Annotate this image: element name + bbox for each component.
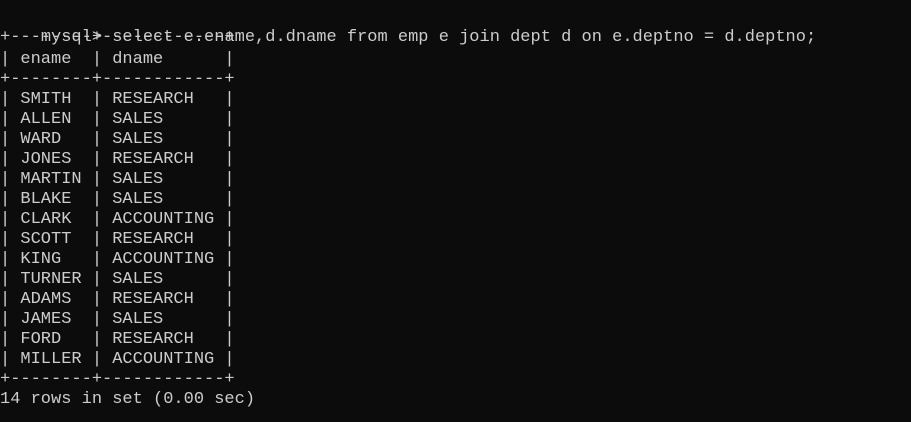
table-row: | WARD | SALES | [0, 130, 235, 149]
terminal-window[interactable]: mysql> select e.ename,d.dname from emp e… [0, 0, 911, 422]
table-row: | MARTIN | SALES | [0, 170, 235, 189]
table-row: | JONES | RESEARCH | [0, 150, 235, 169]
table-header-row: | ename | dname | [0, 50, 235, 69]
table-row: | SMITH | RESEARCH | [0, 90, 235, 109]
table-border-top: +--------+------------+ [0, 28, 235, 47]
table-row: | KING | ACCOUNTING | [0, 250, 235, 269]
table-border-header: +--------+------------+ [0, 70, 235, 89]
table-row: | FORD | RESEARCH | [0, 330, 235, 349]
table-row: | JAMES | SALES | [0, 310, 235, 329]
table-row: | BLAKE | SALES | [0, 190, 235, 209]
table-row: | MILLER | ACCOUNTING | [0, 350, 235, 369]
command-line: mysql> select e.ename,d.dname from emp e… [0, 8, 816, 47]
table-row: | ADAMS | RESEARCH | [0, 290, 235, 309]
result-summary: 14 rows in set (0.00 sec) [0, 390, 256, 409]
table-border-bottom: +--------+------------+ [0, 370, 235, 389]
table-row: | SCOTT | RESEARCH | [0, 230, 235, 249]
table-row: | TURNER | SALES | [0, 270, 235, 289]
table-row: | CLARK | ACCOUNTING | [0, 210, 235, 229]
table-row: | ALLEN | SALES | [0, 110, 235, 129]
